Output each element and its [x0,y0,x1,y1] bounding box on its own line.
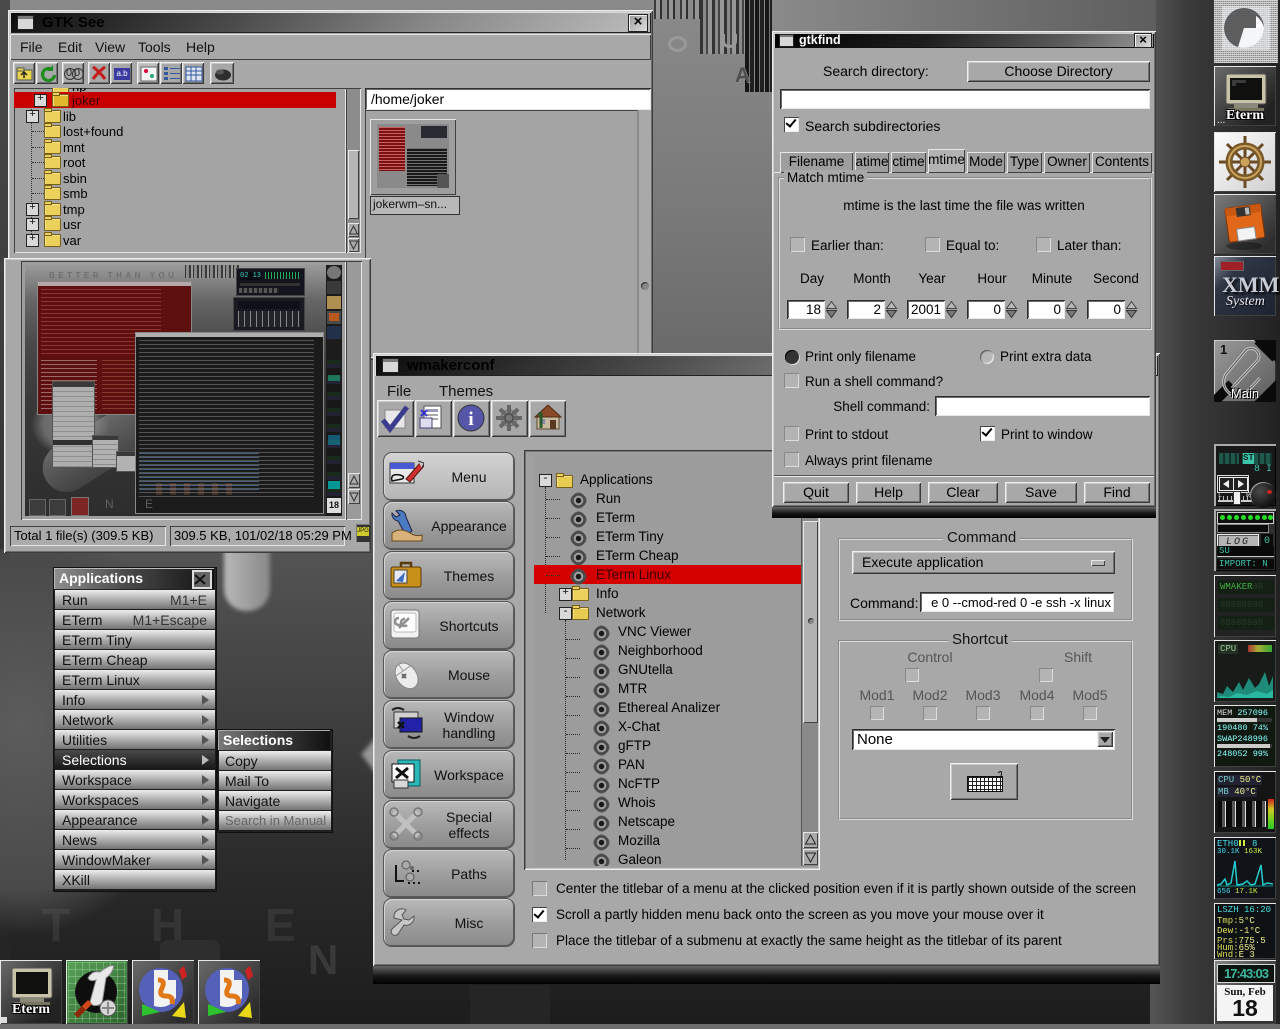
svg-text:i: i [468,409,473,430]
